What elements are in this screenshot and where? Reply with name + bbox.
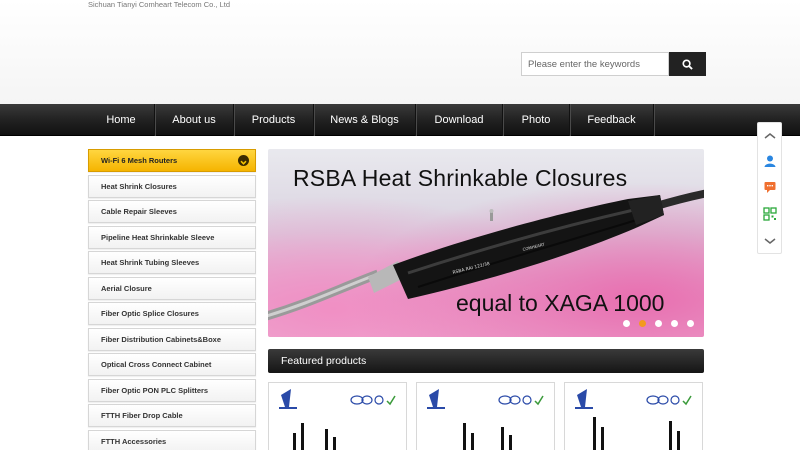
product-card[interactable] bbox=[564, 382, 703, 450]
search-button[interactable] bbox=[669, 52, 706, 76]
sidebar-item-wifi6-mesh-routers[interactable]: Wi-Fi 6 Mesh Routers bbox=[88, 149, 256, 172]
featured-products-header: Featured products bbox=[268, 349, 704, 373]
slide-dot[interactable] bbox=[655, 320, 662, 327]
product-image bbox=[427, 389, 544, 450]
search-icon bbox=[682, 58, 693, 70]
chat-icon bbox=[764, 182, 775, 193]
header: Sichuan Tianyi Comheart Telecom Co., Ltd bbox=[0, 0, 800, 104]
hero-banner[interactable]: RSBA RAI 122/38 COMHEART RSBA Heat Shrin… bbox=[268, 149, 704, 337]
main-nav: Home About us Products News & Blogs Down… bbox=[0, 104, 800, 136]
sidebar-item-ftth-drop-cable[interactable]: FTTH Fiber Drop Cable bbox=[88, 404, 256, 427]
slide-dot[interactable] bbox=[687, 320, 694, 327]
product-card[interactable] bbox=[268, 382, 407, 450]
chevron-down-icon bbox=[238, 155, 249, 166]
sidebar-item-pipeline-sleeve[interactable]: Pipeline Heat Shrinkable Sleeve bbox=[88, 226, 256, 249]
contact-user-button[interactable] bbox=[758, 148, 781, 174]
nav-home[interactable]: Home bbox=[88, 104, 154, 136]
sidebar-item-splice-closures[interactable]: Fiber Optic Splice Closures bbox=[88, 302, 256, 325]
sidebar-item-aerial-closure[interactable]: Aerial Closure bbox=[88, 277, 256, 300]
product-card[interactable] bbox=[416, 382, 555, 450]
sidebar-item-plc-splitters[interactable]: Fiber Optic PON PLC Splitters bbox=[88, 379, 256, 402]
nav-products[interactable]: Products bbox=[233, 104, 313, 136]
nav-about-us[interactable]: About us bbox=[154, 104, 233, 136]
product-image bbox=[279, 389, 396, 450]
chevron-down-icon bbox=[764, 238, 775, 244]
banner-subtitle: equal to XAGA 1000 bbox=[456, 290, 665, 316]
scroll-up-button[interactable] bbox=[758, 123, 781, 149]
nav-divider bbox=[653, 104, 654, 136]
sidebar-item-distribution-cabinets[interactable]: Fiber Distribution Cabinets&Boxe bbox=[88, 328, 256, 351]
slide-dot[interactable] bbox=[623, 320, 630, 327]
slide-dot-active[interactable] bbox=[639, 320, 646, 327]
qr-code-icon bbox=[762, 207, 777, 221]
qr-code-button[interactable] bbox=[758, 201, 781, 227]
sidebar-item-heat-shrink-tubing[interactable]: Heat Shrink Tubing Sleeves bbox=[88, 251, 256, 274]
sidebar-item-cable-repair-sleeves[interactable]: Cable Repair Sleeves bbox=[88, 200, 256, 223]
sidebar-item-label: Wi-Fi 6 Mesh Routers bbox=[101, 156, 178, 165]
chevron-up-icon bbox=[764, 133, 775, 139]
sidebar-item-ftth-accessories[interactable]: FTTH Accessories bbox=[88, 430, 256, 450]
product-image bbox=[575, 389, 692, 450]
nav-news-blogs[interactable]: News & Blogs bbox=[313, 104, 415, 136]
chat-button[interactable] bbox=[758, 174, 781, 200]
user-icon bbox=[764, 155, 775, 167]
scroll-down-button[interactable] bbox=[758, 228, 781, 254]
floating-toolbar bbox=[757, 122, 782, 254]
sidebar-item-cross-connect-cabinet[interactable]: Optical Cross Connect Cabinet bbox=[88, 353, 256, 376]
slide-dot[interactable] bbox=[671, 320, 678, 327]
nav-feedback[interactable]: Feedback bbox=[569, 104, 653, 136]
banner-title: RSBA Heat Shrinkable Closures bbox=[293, 165, 628, 191]
nav-photo[interactable]: Photo bbox=[502, 104, 569, 136]
search-input[interactable] bbox=[521, 52, 669, 76]
nav-download[interactable]: Download bbox=[415, 104, 502, 136]
sidebar-item-heat-shrink-closures[interactable]: Heat Shrink Closures bbox=[88, 175, 256, 198]
company-name: Sichuan Tianyi Comheart Telecom Co., Ltd bbox=[88, 0, 231, 9]
